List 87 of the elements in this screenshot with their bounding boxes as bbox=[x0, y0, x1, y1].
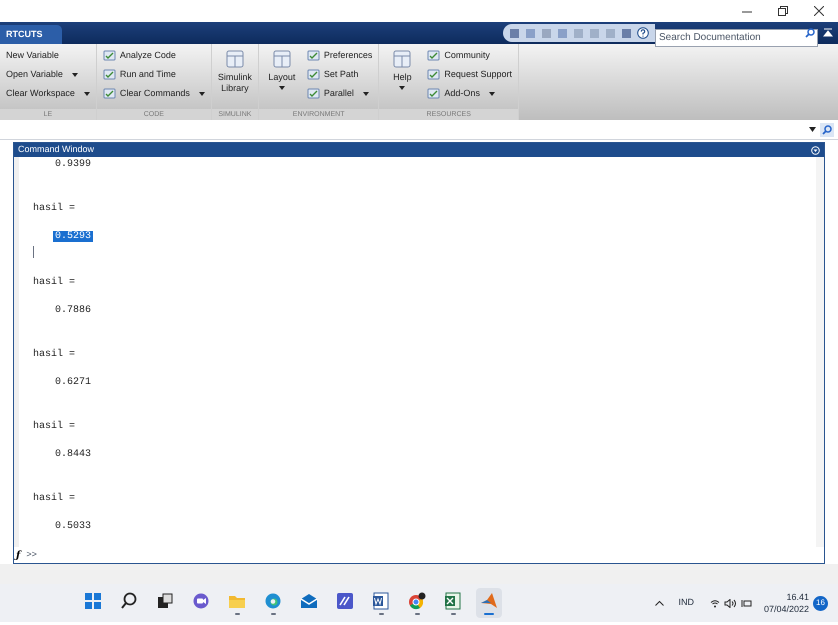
ribbon-button[interactable]: Preferences bbox=[306, 48, 372, 63]
variable-label: hasil = bbox=[33, 203, 76, 214]
text-cursor bbox=[33, 246, 34, 258]
toolbar-icon bbox=[272, 50, 291, 68]
toolbar-icon bbox=[427, 49, 440, 62]
ribbon-button[interactable]: Add-Ons bbox=[427, 86, 512, 101]
dropdown-caret-icon[interactable] bbox=[488, 92, 495, 96]
help-icon[interactable] bbox=[637, 27, 649, 39]
running-indicator bbox=[450, 612, 456, 614]
toolbar-icon bbox=[102, 49, 116, 62]
clock-date[interactable]: 07/04/2022 bbox=[764, 603, 809, 615]
ribbon-button[interactable]: Help bbox=[385, 48, 420, 109]
search-icon bbox=[120, 592, 138, 610]
toolbar-icon bbox=[427, 87, 440, 100]
peak-logo-icon bbox=[480, 592, 498, 610]
restore-icon[interactable] bbox=[778, 6, 788, 16]
task-view-icon bbox=[156, 592, 174, 610]
ribbon-button[interactable]: Community bbox=[427, 48, 512, 63]
running-indicator bbox=[378, 612, 384, 614]
collapse-ribbon-icon[interactable] bbox=[823, 28, 833, 38]
ribbon-button[interactable]: Simulink Library bbox=[218, 48, 252, 109]
dropdown-caret-icon[interactable] bbox=[198, 92, 205, 96]
toolbar-icon bbox=[306, 68, 320, 81]
browser-icon bbox=[408, 592, 426, 610]
notification-badge[interactable]: 16 bbox=[813, 596, 828, 610]
editor-icon bbox=[336, 592, 354, 610]
output-value: 0.7886 bbox=[55, 305, 92, 316]
ribbon-button[interactable]: Parallel bbox=[306, 86, 372, 101]
output-value: 0.5293 bbox=[53, 231, 94, 242]
document-icon bbox=[372, 592, 390, 610]
dropdown-caret-icon[interactable] bbox=[84, 92, 90, 96]
dropdown-caret-icon[interactable] bbox=[809, 127, 816, 132]
wifi-icon[interactable] bbox=[710, 598, 720, 608]
dropdown-caret-icon[interactable] bbox=[278, 86, 285, 90]
dropdown-caret-icon[interactable] bbox=[362, 92, 369, 96]
clock-time[interactable]: 16.41 bbox=[786, 591, 809, 603]
ribbon-button[interactable]: New Variable bbox=[6, 48, 90, 63]
command-prompt[interactable]: >> bbox=[26, 548, 37, 562]
toolbar-icon bbox=[102, 87, 116, 100]
running-indicator bbox=[270, 612, 276, 614]
search-icon[interactable] bbox=[805, 28, 815, 38]
close-icon[interactable] bbox=[814, 6, 824, 16]
ribbon-button[interactable]: Open Variable bbox=[6, 67, 90, 82]
output-value: 0.6271 bbox=[55, 377, 92, 388]
ribbon-button[interactable]: Clear Commands bbox=[102, 86, 205, 101]
ribbon-button[interactable]: Analyze Code bbox=[102, 48, 205, 63]
dropdown-caret-icon[interactable] bbox=[399, 86, 406, 90]
toolbar-icon bbox=[306, 87, 320, 100]
running-indicator bbox=[484, 612, 494, 614]
toolbar-icon bbox=[427, 68, 440, 81]
toolbar-icon bbox=[226, 50, 244, 68]
scrollbar-track[interactable] bbox=[816, 157, 824, 547]
ribbon-tab[interactable]: RTCUTS bbox=[0, 25, 62, 44]
toolbar-icon[interactable] bbox=[621, 28, 632, 38]
output-value: 0.5033 bbox=[55, 521, 92, 532]
chevron-up-icon[interactable] bbox=[655, 600, 664, 606]
toolbar-icon bbox=[306, 49, 320, 62]
language-indicator[interactable]: IND bbox=[678, 596, 694, 610]
spreadsheet-icon bbox=[444, 592, 462, 610]
ribbon-button[interactable]: Run and Time bbox=[102, 67, 205, 82]
variable-label: hasil = bbox=[33, 493, 76, 504]
start-icon bbox=[84, 592, 102, 610]
battery-icon[interactable] bbox=[740, 598, 752, 608]
mail-icon bbox=[300, 592, 318, 610]
dropdown-caret-icon[interactable] bbox=[72, 72, 78, 76]
ribbon-button[interactable]: Clear Workspace bbox=[6, 86, 90, 101]
variable-label: hasil = bbox=[33, 349, 76, 360]
running-indicator bbox=[234, 612, 240, 614]
running-indicator bbox=[414, 612, 420, 614]
toolbar-icon bbox=[102, 68, 116, 81]
function-button[interactable]: ƒ bbox=[16, 548, 20, 562]
output-value: 0.9399 bbox=[55, 159, 92, 170]
speaker-icon[interactable] bbox=[724, 598, 737, 608]
panel-title: Command Window bbox=[18, 143, 94, 156]
output-value: 0.8443 bbox=[55, 449, 92, 460]
toolbar-icon bbox=[393, 50, 412, 68]
ribbon-button[interactable]: Layout bbox=[264, 48, 299, 109]
search-button[interactable] bbox=[820, 122, 834, 136]
panel-menu-icon[interactable] bbox=[811, 146, 820, 154]
ribbon-button[interactable]: Set Path bbox=[306, 67, 372, 82]
ribbon-button[interactable]: Request Support bbox=[427, 67, 512, 82]
toolbar-icon[interactable] bbox=[509, 28, 520, 38]
variable-label: hasil = bbox=[33, 421, 76, 432]
chat-icon bbox=[192, 592, 210, 610]
browser-icon bbox=[264, 592, 282, 610]
search-field[interactable]: Search Documentation bbox=[655, 28, 818, 46]
variable-label: hasil = bbox=[33, 277, 76, 288]
